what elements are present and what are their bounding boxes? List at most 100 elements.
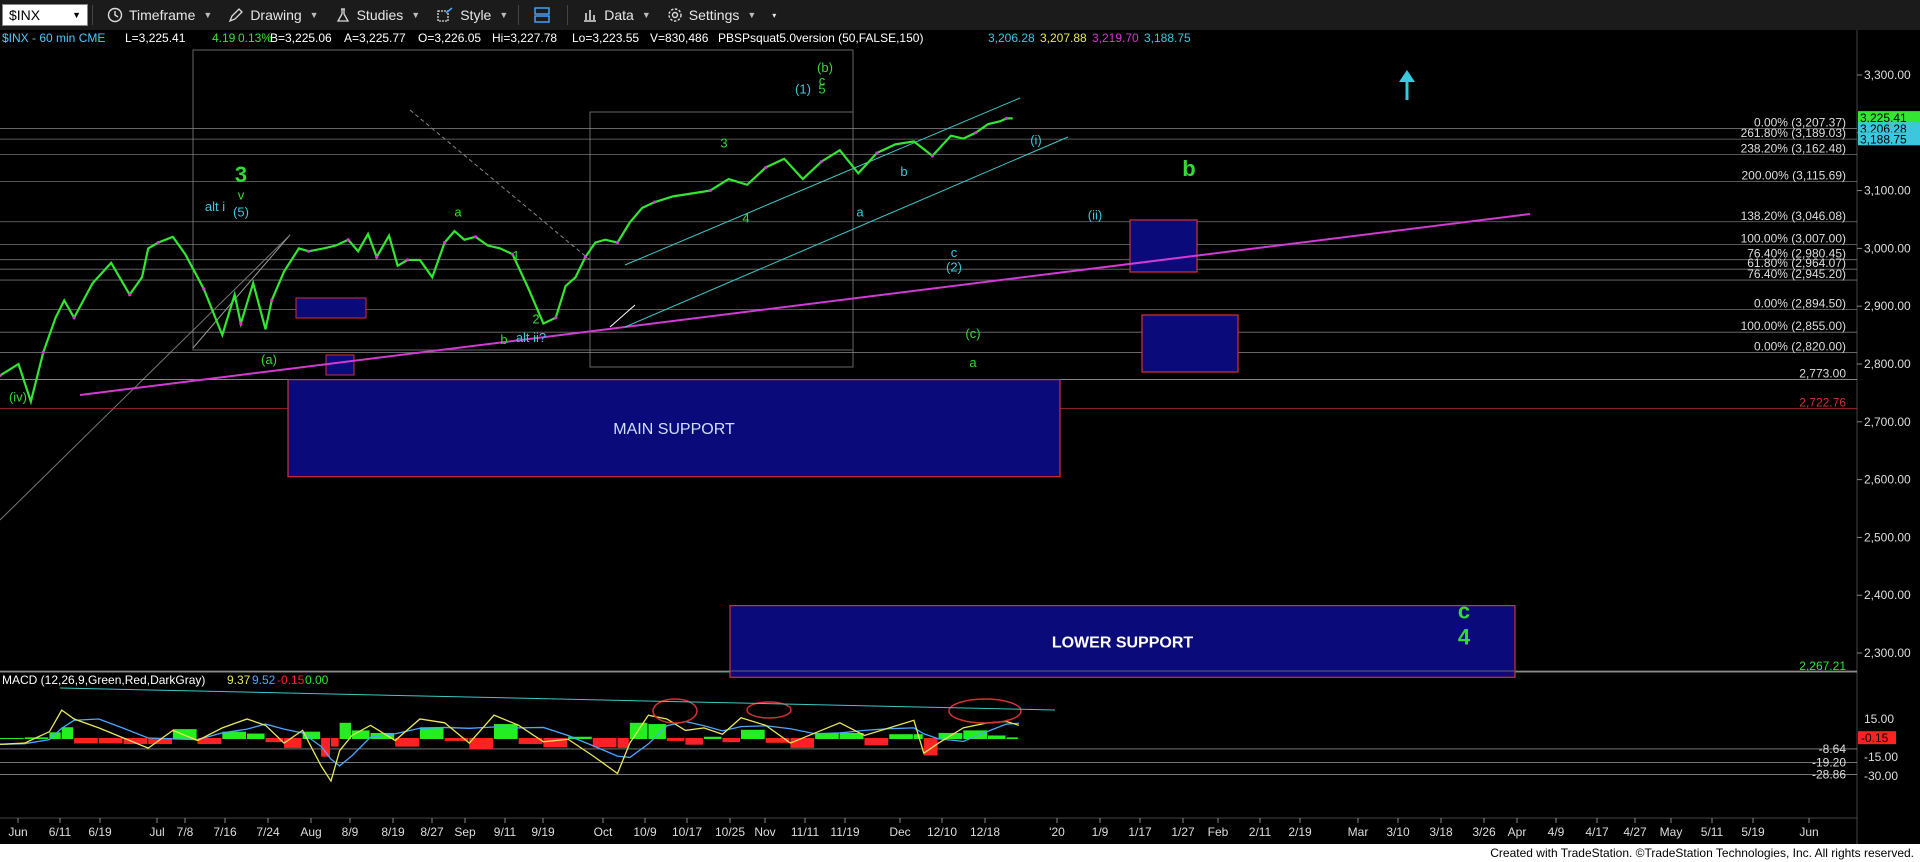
low-price: Lo=3,223.55 (572, 31, 639, 45)
price-point (1004, 116, 1009, 120)
fib-level-label: 138.20% (3,046.08) (1741, 209, 1846, 223)
macd-histogram-bar (666, 738, 685, 741)
layout-icon (534, 7, 550, 23)
fib-level-label: 100.00% (3,007.00) (1741, 231, 1846, 245)
wave-label: (2) (946, 260, 962, 275)
support-zone-label: MAIN SUPPORT (613, 421, 735, 438)
last-price-value: 3,188.75 (1860, 132, 1907, 146)
caret-down-icon: ▼ (203, 10, 213, 20)
time-tick-label: 12/18 (970, 825, 1000, 839)
study-value-2: 3,207.88 (1040, 31, 1087, 45)
price-chart[interactable]: 3,300.003,200.003,100.003,000.002,900.00… (0, 30, 1920, 844)
toolbar-separator (518, 5, 520, 25)
symbol-input[interactable]: $INX ▼ (2, 4, 88, 26)
wave-label: 1 (512, 248, 519, 263)
settings-menu[interactable]: Settings ▼ (661, 3, 763, 27)
wave-label: b (500, 332, 507, 347)
wave-label: b (900, 164, 907, 179)
drawing-menu[interactable]: Drawing ▼ (222, 3, 324, 27)
time-tick-label: 6/11 (49, 825, 72, 839)
timeframe-menu[interactable]: Timeframe ▼ (101, 3, 218, 27)
price-point (473, 235, 478, 239)
time-tick-label: 11/19 (830, 825, 859, 839)
price-point (875, 151, 879, 155)
time-tick-label: 4/9 (1548, 825, 1565, 839)
macd-histogram-bar (1006, 737, 1018, 739)
time-tick-label: 7/24 (256, 825, 280, 839)
time-tick-label: Jun (8, 825, 27, 839)
settings-label: Settings (688, 7, 740, 23)
wave-label: v (238, 187, 245, 202)
symbol-info: $INX - 60 min CME (2, 31, 105, 45)
macd-value-2: 9.52 (252, 673, 276, 687)
wave-label: 2 (532, 312, 539, 327)
price-point (652, 200, 657, 204)
wave-label: c (951, 245, 958, 260)
price-point (156, 241, 160, 245)
price-tick-label: 2,600.00 (1864, 473, 1911, 487)
studies-menu[interactable]: Studies ▼ (329, 3, 427, 27)
wave-label: 3 (235, 162, 247, 187)
study-value-4: 3,188.75 (1144, 31, 1191, 45)
price-point (708, 189, 712, 193)
wave-2-target-box[interactable] (1129, 219, 1198, 273)
price-point (974, 131, 978, 135)
studies-label: Studies (356, 7, 404, 23)
clock-icon (107, 7, 123, 23)
macd-histogram-bar (330, 738, 339, 747)
time-tick-label: Aug (300, 825, 321, 839)
macd-histogram-bar (494, 724, 518, 739)
price-point (128, 293, 132, 297)
net-change: 4.19 (212, 31, 236, 45)
symbol-value: $INX (9, 7, 41, 23)
window-layout-button[interactable] (527, 3, 563, 27)
wave-label: a (969, 355, 977, 370)
time-tick-label: '20 (1049, 825, 1065, 839)
style-menu[interactable]: Style ▼ (430, 3, 514, 27)
data-menu[interactable]: Data ▼ (576, 3, 657, 27)
price-point (930, 154, 935, 158)
bar-chart-icon (584, 10, 597, 22)
chevron-down-icon[interactable]: ▼ (72, 10, 81, 20)
price-tick-label: 2,400.00 (1864, 588, 1911, 602)
time-tick-label: 12/10 (927, 825, 957, 839)
macd-marker-label: -8.64 (1819, 742, 1847, 756)
caret-down-icon: ▼ (747, 10, 757, 20)
time-tick-label: 3/18 (1429, 825, 1453, 839)
time-tick-label: 10/9 (633, 825, 657, 839)
price-point (41, 350, 45, 355)
drawing-label: Drawing (250, 7, 302, 23)
caret-down-icon: ▾ (772, 10, 777, 20)
time-tick-label: Mar (1348, 825, 1369, 839)
macd-histogram-bar (703, 736, 722, 739)
overflow-menu[interactable]: ▾ (766, 3, 782, 27)
open-price: O=3,226.05 (418, 31, 481, 45)
fib-level-label: 261.80% (3,189.03) (1741, 126, 1846, 140)
toolbar: $INX ▼ Timeframe ▼ Drawing ▼ Studies ▼ S… (0, 0, 1920, 31)
toolbar-separator (92, 5, 93, 25)
wave-label: 4 (1458, 624, 1471, 649)
timeframe-label: Timeframe (129, 7, 196, 23)
time-tick-label: 1/27 (1171, 825, 1195, 839)
macd-histogram-bar (889, 734, 913, 739)
time-tick-label: 7/8 (177, 825, 194, 839)
fib-level-label: 100.00% (2,855.00) (1741, 319, 1846, 333)
price-tick-label: 3,000.00 (1864, 241, 1911, 255)
price-tick-label: 2,700.00 (1864, 415, 1911, 429)
price-point (405, 258, 410, 262)
price-point (583, 255, 587, 259)
price-tick-label: 2,900.00 (1864, 299, 1911, 313)
price-point (202, 287, 206, 291)
wave-label: (iv) (9, 390, 27, 405)
wave-a-box-small[interactable] (325, 354, 355, 376)
price-point (239, 321, 243, 326)
wave-a-target-box[interactable] (1141, 314, 1239, 373)
time-tick-label: 4/27 (1623, 825, 1647, 839)
macd-value-1: 9.37 (227, 673, 251, 687)
toolbar-separator (567, 5, 569, 25)
wave-label: c (1458, 598, 1470, 623)
wave-a-box[interactable] (295, 297, 367, 319)
time-tick-label: Dec (889, 825, 910, 839)
time-tick-label: 2/11 (1249, 825, 1272, 839)
time-tick-label: Nov (754, 825, 775, 839)
